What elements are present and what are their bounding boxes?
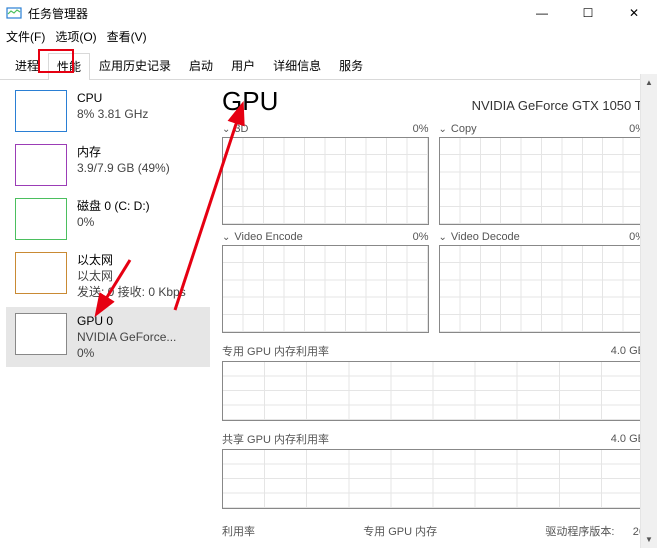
page-title: GPU <box>222 86 278 117</box>
close-button[interactable]: ✕ <box>611 0 657 26</box>
memory-sub: 3.9/7.9 GB (49%) <box>77 160 170 176</box>
chart-label-copy[interactable]: Copy <box>451 123 477 135</box>
gpu-adapter-name: NVIDIA GeForce GTX 1050 Ti <box>472 98 645 113</box>
chart-copy <box>439 137 646 225</box>
stat-dedicated-mem-label: 专用 GPU 内存 <box>363 523 437 539</box>
vertical-scrollbar[interactable]: ▲ ▼ <box>640 74 657 548</box>
cpu-sub: 8% 3.81 GHz <box>77 106 148 122</box>
memory-title: 内存 <box>77 144 170 160</box>
minimize-button[interactable]: — <box>519 0 565 26</box>
chart-video-decode <box>439 245 646 333</box>
tab-bar: 进程 性能 应用历史记录 启动 用户 详细信息 服务 <box>0 52 657 80</box>
chart-block-video-decode: ⌄Video Decode 0% <box>439 231 646 333</box>
dedicated-gpu-mem-chart <box>222 361 645 421</box>
chart-label-video-encode[interactable]: Video Encode <box>234 231 302 243</box>
scroll-down-button[interactable]: ▼ <box>641 531 657 548</box>
tab-users[interactable]: 用户 <box>222 52 264 79</box>
tab-startup[interactable]: 启动 <box>180 52 222 79</box>
cpu-title: CPU <box>77 90 148 106</box>
chevron-down-icon[interactable]: ⌄ <box>439 232 447 243</box>
window-title: 任务管理器 <box>28 5 88 22</box>
ethernet-sub2: 发送: 0 接收: 0 Kbps <box>77 284 186 300</box>
gpu-details-panel: GPU NVIDIA GeForce GTX 1050 Ti ⌄ 3D 0% ⌄ C… <box>210 80 657 554</box>
chart-value-3d: 0% <box>413 123 429 135</box>
menu-view[interactable]: 查看(V) <box>107 28 147 45</box>
chevron-down-icon[interactable]: ⌄ <box>222 232 230 243</box>
app-icon <box>6 5 22 21</box>
performance-sidebar[interactable]: CPU 8% 3.81 GHz 内存 3.9/7.9 GB (49%) 磁盘 0… <box>0 80 210 554</box>
chart-value-video-encode: 0% <box>413 231 429 243</box>
stat-driver-version-label: 驱动程序版本: <box>545 526 614 538</box>
maximize-button[interactable]: ☐ <box>565 0 611 26</box>
chart-3d <box>222 137 429 225</box>
sidebar-item-gpu[interactable]: GPU 0 NVIDIA GeForce... 0% <box>6 307 210 368</box>
chart-block-3d: ⌄ 3D 0% <box>222 123 429 225</box>
chart-label-video-decode[interactable]: Video Decode <box>451 231 520 243</box>
chevron-down-icon[interactable]: ⌄ <box>439 124 447 135</box>
chart-label-3d[interactable]: 3D <box>234 123 248 135</box>
gpu-sub2: 0% <box>77 345 176 361</box>
memory-thumb-chart <box>15 144 67 186</box>
stat-utilization-label: 利用率 <box>222 523 255 539</box>
gpu-title: GPU 0 <box>77 313 176 329</box>
tab-apphistory[interactable]: 应用历史记录 <box>90 52 180 79</box>
disk-title: 磁盘 0 (C: D:) <box>77 198 150 214</box>
tab-performance[interactable]: 性能 <box>48 53 90 80</box>
shared-gpu-mem-label: 共享 GPU 内存利用率 <box>222 431 329 447</box>
gpu-sub1: NVIDIA GeForce... <box>77 329 176 345</box>
ethernet-sub1: 以太网 <box>77 268 186 284</box>
gpu-thumb-chart <box>15 313 67 355</box>
menu-file[interactable]: 文件(F) <box>6 28 45 45</box>
tab-services[interactable]: 服务 <box>330 52 372 79</box>
shared-gpu-mem-chart <box>222 449 645 509</box>
chart-video-encode <box>222 245 429 333</box>
disk-thumb-chart <box>15 198 67 240</box>
sidebar-item-cpu[interactable]: CPU 8% 3.81 GHz <box>6 84 210 138</box>
sidebar-item-ethernet[interactable]: 以太网 以太网 发送: 0 接收: 0 Kbps <box>6 246 210 307</box>
menu-bar: 文件(F) 选项(O) 查看(V) <box>0 26 657 46</box>
ethernet-thumb-chart <box>15 252 67 294</box>
sidebar-item-disk[interactable]: 磁盘 0 (C: D:) 0% <box>6 192 210 246</box>
chart-block-copy: ⌄Copy 0% <box>439 123 646 225</box>
dedicated-gpu-mem-label: 专用 GPU 内存利用率 <box>222 343 329 359</box>
scroll-up-button[interactable]: ▲ <box>641 74 657 91</box>
tab-details[interactable]: 详细信息 <box>264 52 330 79</box>
tab-processes[interactable]: 进程 <box>6 52 48 79</box>
chevron-down-icon[interactable]: ⌄ <box>222 124 230 135</box>
menu-options[interactable]: 选项(O) <box>55 28 96 45</box>
cpu-thumb-chart <box>15 90 67 132</box>
ethernet-title: 以太网 <box>77 252 186 268</box>
sidebar-item-memory[interactable]: 内存 3.9/7.9 GB (49%) <box>6 138 210 192</box>
disk-sub: 0% <box>77 214 150 230</box>
chart-block-video-encode: ⌄ Video Encode 0% <box>222 231 429 333</box>
